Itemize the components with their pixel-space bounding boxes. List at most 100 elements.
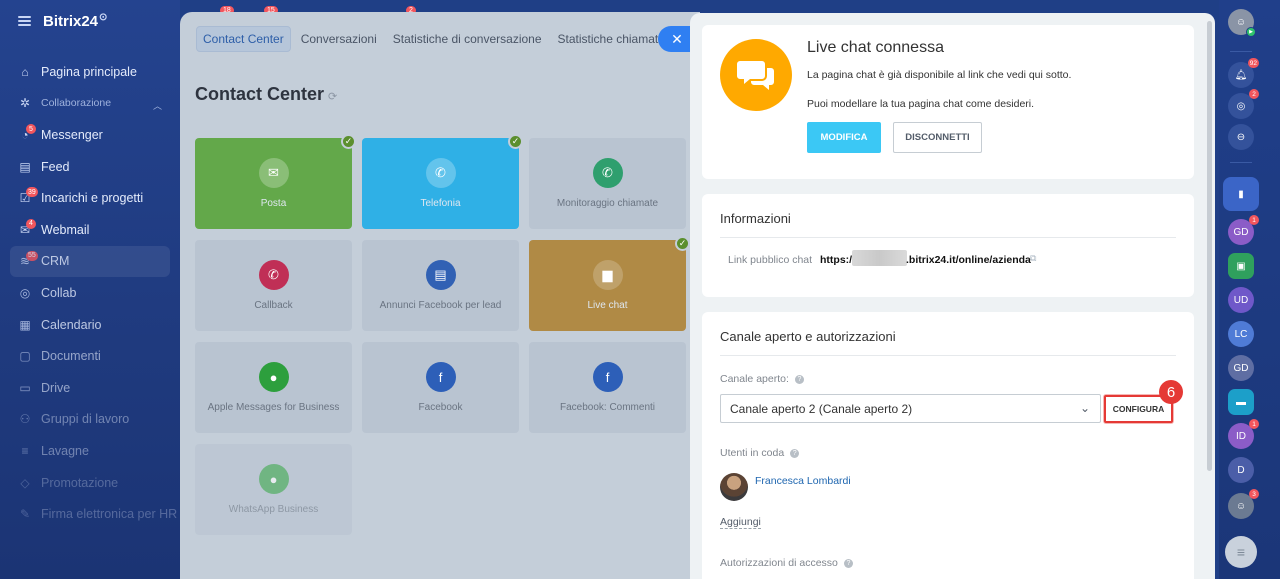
external-link-icon[interactable]: ⧉ — [1030, 253, 1036, 264]
left-sidebar: Bitrix24⊙ ⌂ Pagina principale ✲ Collaboraz… — [0, 0, 180, 579]
chat-avatar[interactable]: ☺ 3 — [1228, 489, 1259, 519]
edit-button[interactable]: MODIFICA — [807, 122, 881, 153]
open-channel-label: Canale aperto: — [720, 373, 789, 385]
chat-avatar[interactable]: ID 1 — [1228, 419, 1259, 449]
notifications-button[interactable]: 🔔︎ 92 — [1228, 58, 1259, 88]
divider — [1230, 162, 1252, 163]
tab-conversation-stats[interactable]: Statistiche di conversazione — [387, 27, 548, 51]
chat-bubble-icon: ▬ — [1236, 396, 1246, 408]
promo-icon: ◇ — [20, 475, 30, 490]
mail-icon: ✉ — [258, 158, 289, 188]
tile-callback[interactable]: ✆ Callback — [195, 240, 352, 331]
tile-facebook-comments[interactable]: f Facebook: Commenti — [529, 342, 686, 433]
tab-conversations[interactable]: Conversazioni — [295, 27, 383, 51]
sidebar-item-drive[interactable]: ▭ Drive — [0, 372, 180, 404]
sidebar-item-label: Promotazione — [41, 475, 119, 490]
more-menu-button[interactable]: ≡ — [1225, 536, 1257, 568]
check-icon: ✓ — [508, 134, 523, 149]
avatar-initials: GD — [1233, 362, 1249, 374]
help-icon[interactable]: ? — [794, 374, 804, 384]
sidebar-item-webmail[interactable]: ✉ 4 Webmail — [0, 214, 180, 246]
sidebar-item-tasks[interactable]: ☑ 39 Incarichi e progetti — [0, 182, 180, 214]
add-user-button[interactable]: Aggiungi — [720, 516, 761, 529]
pulse-button[interactable]: ◎ 2 — [1228, 89, 1259, 119]
contact-center-tabs: Contact Center Conversazioni Statistiche… — [180, 12, 700, 66]
right-sidebar: ☺ ▶ 🔔︎ 92 ◎ 2 ⊖ ▮ GD 1 ▣ UD LC GD ▬ ID 1 D ☺… — [1219, 0, 1280, 579]
call-tracking-icon: ✆ — [592, 158, 623, 188]
redacted-subdomain — [852, 250, 907, 266]
channel-permissions-card: Canale aperto e autorizzazioni Canale ap… — [702, 312, 1194, 579]
chat-avatar[interactable]: ▣ — [1228, 253, 1254, 279]
search-chat-button[interactable]: ⊖ — [1228, 124, 1254, 150]
scrollbar[interactable] — [1207, 21, 1212, 471]
help-icon[interactable]: ? — [843, 558, 853, 568]
tile-posta[interactable]: ✉ Posta ✓ — [195, 134, 356, 229]
help-icon[interactable]: ? — [790, 448, 800, 458]
check-icon: ✓ — [675, 236, 690, 251]
public-link-label: Link pubblico chat — [728, 254, 813, 266]
tile-label: Callback — [254, 300, 293, 311]
avatar-initials: LC — [1234, 328, 1248, 340]
sidebar-item-boards[interactable]: ≡ Lavagne — [0, 435, 180, 467]
tile-whatsapp[interactable]: ● WhatsApp Business — [195, 444, 352, 535]
sidebar-section-collab[interactable]: ✲ Collaborazione ︿ — [0, 88, 180, 120]
chat-avatar[interactable]: UD — [1228, 287, 1254, 313]
sidebar-item-label: Gruppi di lavoro — [41, 412, 130, 427]
tile-telefonia[interactable]: ✆ Telefonia ✓ — [362, 134, 523, 229]
chevron-down-icon: ⌄ — [1079, 401, 1090, 415]
collab2-icon: ◎ — [19, 285, 31, 300]
tile-facebook[interactable]: f Facebook — [362, 342, 519, 433]
live-chat-hint: Puoi modellare la tua pagina chat come d… — [807, 98, 1035, 110]
tile-label: Apple Messages for Business — [207, 402, 340, 413]
tile-live-chat[interactable]: ▆ Live chat ✓ — [529, 236, 690, 331]
bookmark-icon: ▮ — [1238, 188, 1244, 200]
sign-icon: ✎ — [19, 507, 31, 522]
search-chat-icon: ⊖ — [1236, 131, 1246, 143]
sidebar-item-calendar[interactable]: ▦ Calendario — [0, 309, 180, 341]
sidebar-item-crm[interactable]: ≋ 55 CRM — [10, 245, 170, 278]
tile-label: Live chat — [587, 300, 628, 311]
clock-icon: ⊙ — [99, 12, 108, 23]
logo[interactable]: Bitrix24⊙ — [43, 12, 107, 30]
sidebar-item-feed[interactable]: ▤ Feed — [0, 151, 180, 183]
chat-avatar[interactable]: GD 1 — [1228, 215, 1259, 245]
sidebar-item-groups[interactable]: ⚇ Gruppi di lavoro — [0, 404, 180, 436]
close-icon: ✕ — [671, 30, 683, 47]
tile-apple-messages[interactable]: ● Apple Messages for Business — [195, 342, 352, 433]
sidebar-item-documents[interactable]: ▢ Documenti — [0, 340, 180, 372]
live-chat-description: La pagina chat è già disponibile al link… — [807, 69, 1072, 81]
avatar-initials: GD — [1233, 226, 1249, 238]
sidebar-item-label: Webmail — [41, 222, 90, 237]
tile-label: Facebook — [418, 402, 463, 413]
chat-avatar[interactable]: LC — [1228, 321, 1254, 347]
tab-call-stats[interactable]: Statistiche chiamata — [552, 27, 671, 51]
tile-monitoraggio[interactable]: ✆ Monitoraggio chiamate — [529, 138, 686, 229]
public-link-suffix[interactable]: .bitrix24.it/online/azienda — [906, 254, 1031, 266]
chat-avatar[interactable]: ▬ — [1228, 389, 1254, 415]
logo-text: Bitrix24 — [43, 13, 99, 30]
tile-facebook-leads[interactable]: ▤ Annunci Facebook per lead — [362, 240, 519, 331]
avatar — [720, 473, 748, 501]
tab-contact-center[interactable]: Contact Center — [196, 26, 291, 52]
avatar-badge: 1 — [1249, 215, 1259, 225]
divider — [720, 355, 1176, 356]
bookmark-button[interactable]: ▮ — [1223, 177, 1259, 211]
sidebar-nav: ⌂ Pagina principale ✲ Collaborazione ︿ ◔ 5 Me… — [0, 56, 180, 530]
disconnect-button[interactable]: DISCONNETTI — [893, 122, 982, 153]
sidebar-item-home[interactable]: ⌂ Pagina principale — [0, 56, 180, 88]
open-channel-select[interactable]: Canale aperto 2 (Canale aperto 2) ⌄ — [720, 394, 1101, 423]
user-avatar[interactable]: ☺ ▶ — [1228, 9, 1256, 37]
sidebar-item-collab[interactable]: ◎ Collab — [0, 277, 180, 309]
menu-icon[interactable] — [18, 16, 31, 26]
sidebar-item-messenger[interactable]: ◔ 5 Messenger — [0, 119, 180, 151]
public-link-prefix[interactable]: https:/ — [820, 254, 852, 266]
sidebar-item-promo[interactable]: ◇ Promotazione — [0, 467, 180, 499]
queue-user-link[interactable]: Francesca Lombardi — [755, 475, 851, 487]
avatar-initials: UD — [1233, 294, 1249, 306]
sidebar-item-label: CRM — [41, 254, 70, 269]
link-icon[interactable]: ⟳ — [328, 91, 337, 103]
chat-avatar[interactable]: D — [1228, 457, 1254, 483]
live-chat-title: Live chat connessa — [807, 39, 944, 56]
chat-avatar[interactable]: GD — [1228, 355, 1254, 381]
sidebar-item-sign[interactable]: ✎ Firma elettronica per HR — [0, 498, 180, 530]
